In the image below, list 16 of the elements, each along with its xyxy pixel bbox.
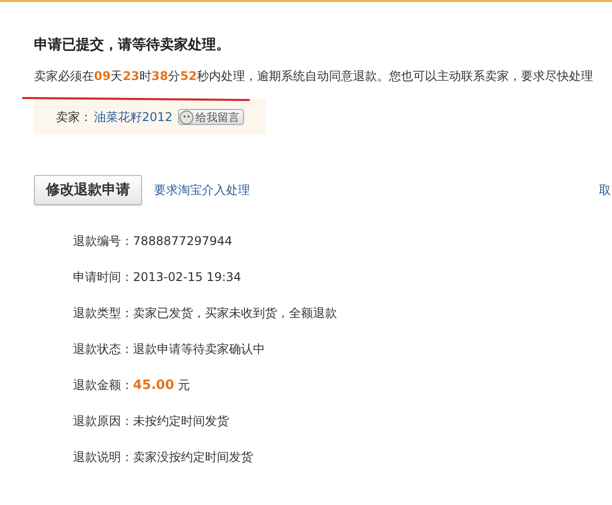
detail-row-text: 退款原因：未按约定时间发货 (73, 412, 230, 430)
detail-row-text: 退款说明：卖家没按约定时间发货 (73, 448, 254, 466)
chat-face-icon (178, 110, 194, 124)
seller-link[interactable]: 油菜花籽2012 (94, 108, 173, 126)
detail-row-text: 退款状态：退款申请等待卖家确认中 (73, 340, 266, 358)
edit-refund-button[interactable]: 修改退款申请 (34, 175, 142, 205)
intervention-link[interactable]: 要求淘宝介入处理 (154, 182, 250, 198)
detail-row-text: 退款类型：卖家已发货，买家未收到货，全额退款 (73, 304, 338, 322)
status-title: 申请已提交，请等待卖家处理。 (34, 36, 231, 54)
detail-row-text: 退款编号：7888877297944 (73, 232, 234, 250)
countdown-notice: 卖家必须在09天23时38分52秒内处理，逾期系统自动同意退款。您也可以主动联系卖家，要求尽快处理 (34, 68, 594, 85)
detail-row-text: 申请时间：2013-02-15 19:34 (73, 268, 242, 286)
detail-row-text: 退款金额：45.00 元 (73, 376, 191, 394)
cancel-link[interactable]: 取 (599, 182, 611, 198)
message-button[interactable]: 给我留言 (178, 109, 244, 125)
seller-label: 卖家： (56, 108, 92, 126)
